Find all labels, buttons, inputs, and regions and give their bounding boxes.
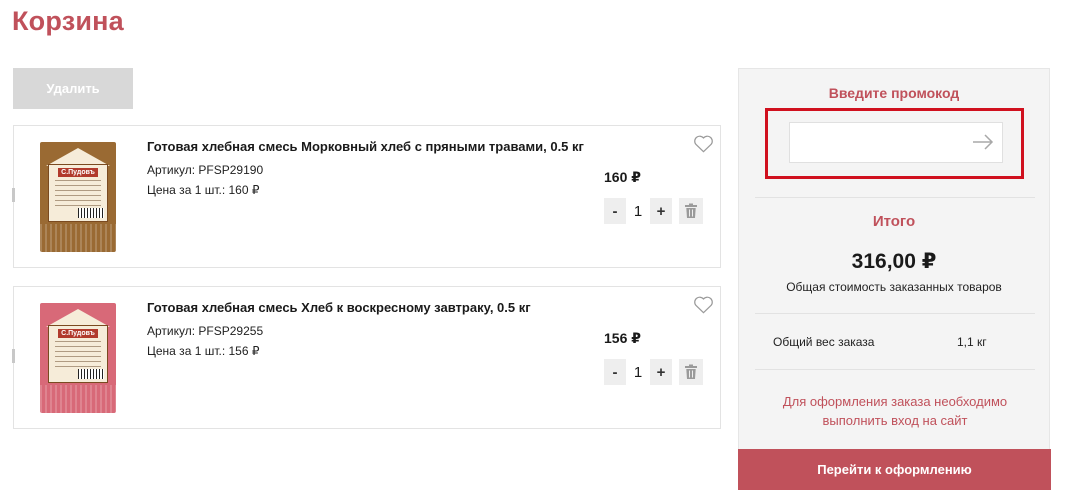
- heart-icon[interactable]: [693, 295, 714, 314]
- divider: [755, 197, 1035, 198]
- order-summary-panel: Введите промокод Итого 316,00 ₽ Общая ст…: [738, 68, 1051, 490]
- barcode: [78, 208, 104, 218]
- heart-icon[interactable]: [693, 134, 714, 153]
- scroll-edge-marker: [12, 188, 15, 202]
- product-package: С.Пудовъ: [40, 303, 116, 413]
- promo-title: Введите промокод: [828, 85, 960, 101]
- total-sum: 316,00 ₽: [851, 250, 937, 273]
- cart-item: С.Пудовъ Готовая хлебная смесь Хлеб к во…: [12, 286, 721, 429]
- product-name-link[interactable]: Готовая хлебная смесь Хлеб к воскресному…: [147, 300, 531, 315]
- checkout-button[interactable]: Перейти к оформлению: [738, 449, 1051, 490]
- login-required-note[interactable]: Для оформления заказа необходимо выполни…: [759, 392, 1031, 430]
- quantity-value[interactable]: 1: [626, 203, 650, 220]
- product-image[interactable]: С.Пудовъ: [38, 142, 118, 252]
- product-price: 160 ₽: [604, 169, 641, 185]
- page-title: Корзина: [12, 6, 124, 36]
- quantity-stepper: - 1 +: [604, 198, 672, 224]
- product-unit-price: Цена за 1 шт.: 160 ₽: [147, 183, 260, 197]
- brand-logo: С.Пудовъ: [58, 329, 98, 338]
- divider: [755, 369, 1035, 370]
- product-image[interactable]: С.Пудовъ: [38, 303, 118, 413]
- delete-button[interactable]: Удалить: [13, 68, 133, 109]
- quantity-increase-button[interactable]: +: [650, 359, 672, 385]
- cart-item: С.Пудовъ Готовая хлебная смесь Морковный…: [12, 125, 721, 268]
- quantity-increase-button[interactable]: +: [650, 198, 672, 224]
- product-name-link[interactable]: Готовая хлебная смесь Морковный хлеб с п…: [147, 139, 584, 154]
- product-sku: Артикул: PFSP29190: [147, 163, 264, 177]
- quantity-value[interactable]: 1: [626, 364, 650, 381]
- trash-icon[interactable]: [679, 359, 703, 385]
- product-price: 156 ₽: [604, 330, 641, 346]
- product-sku: Артикул: PFSP29255: [147, 324, 264, 338]
- total-description: Общая стоимость заказанных товаров: [786, 280, 1002, 294]
- promo-highlight-box: [765, 108, 1024, 179]
- quantity-decrease-button[interactable]: -: [604, 198, 626, 224]
- weight-label: Общий вес заказа: [773, 335, 875, 349]
- arrow-right-icon[interactable]: [971, 131, 995, 153]
- total-title: Итого: [872, 213, 916, 230]
- weight-value: 1,1 кг: [957, 335, 987, 349]
- trash-icon[interactable]: [679, 198, 703, 224]
- divider: [755, 313, 1035, 314]
- product-package: С.Пудовъ: [40, 142, 116, 252]
- quantity-stepper: - 1 +: [604, 359, 672, 385]
- product-unit-price: Цена за 1 шт.: 156 ₽: [147, 344, 260, 358]
- brand-logo: С.Пудовъ: [58, 168, 98, 177]
- scroll-edge-marker: [12, 349, 15, 363]
- barcode: [78, 369, 104, 379]
- quantity-decrease-button[interactable]: -: [604, 359, 626, 385]
